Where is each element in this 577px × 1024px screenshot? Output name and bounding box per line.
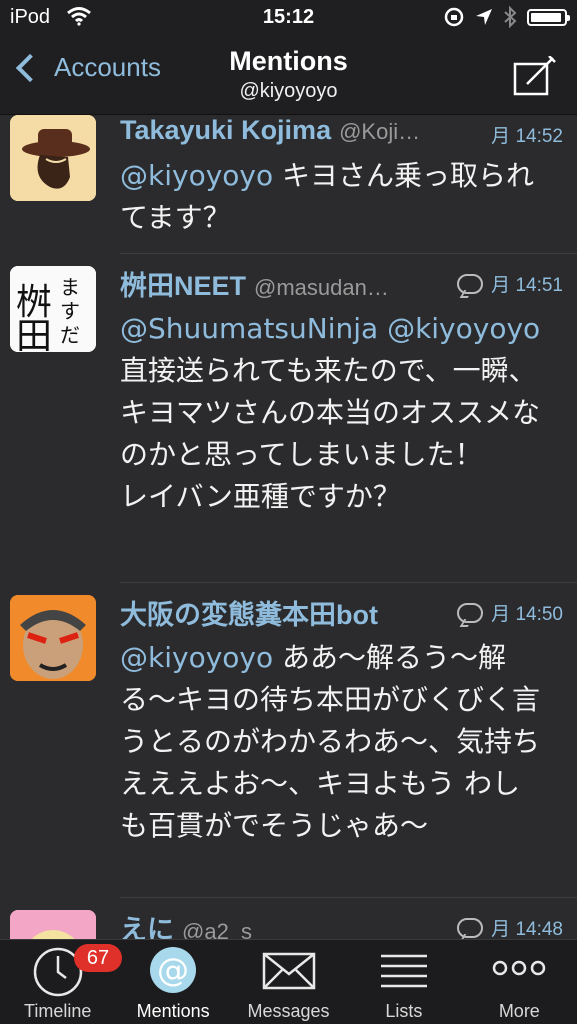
avatar[interactable]: [10, 115, 96, 201]
status-bar: iPod 15:12: [0, 0, 577, 38]
tweet-item[interactable]: 大阪の変態糞本田bot 月 14:50 @kiyoyoyo ああ〜解るう〜解る〜…: [10, 583, 577, 898]
tweet-time: 月 14:50: [457, 599, 563, 626]
tweet-text: @kiyoyoyo キヨさん乗っ取られてます？: [120, 155, 577, 239]
tweet-time-text: 月 14:52: [491, 126, 563, 147]
tweet-body: 直接送られても来たので、一瞬、キヨマツさんの本当のオススメなのかと思ってしまいま…: [120, 354, 541, 513]
tab-timeline[interactable]: 67 Timeline: [0, 940, 122, 1024]
tab-bar: 67 Timeline @ Mentions Messages Lists Mo…: [0, 939, 577, 1024]
rotation-lock-icon: [444, 7, 464, 27]
tab-label: More: [498, 1001, 540, 1021]
svg-text:す: す: [60, 299, 80, 323]
tweet-time-text: 月 14:51: [491, 275, 563, 296]
at-icon: @: [150, 947, 197, 993]
avatar-image: [10, 595, 96, 681]
battery-icon: [527, 8, 570, 26]
location-arrow-icon: [476, 9, 492, 25]
tab-mentions[interactable]: @ Mentions: [115, 940, 230, 1024]
ellipsis-icon: [493, 960, 546, 976]
envelope-icon: [262, 952, 315, 990]
tweet-item[interactable]: 桝 田 ま す だ 桝田NEET @masudan… 月 14:51 @Shuu…: [10, 254, 577, 583]
list-icon: [380, 954, 427, 988]
tweet-mention[interactable]: @kiyoyoyo: [120, 641, 273, 674]
tweet-time-text: 月 14:48: [491, 919, 563, 940]
bluetooth-icon: [504, 6, 517, 28]
tweet-mention[interactable]: @ShuumatsuNinja @kiyoyoyo: [120, 312, 540, 345]
tab-label: Mentions: [136, 1001, 210, 1021]
avatar-image: 桝 田 ま す だ: [10, 266, 96, 352]
tweet-screen-name: @a2_s: [182, 919, 253, 940]
avatar[interactable]: [10, 595, 96, 681]
tweet-time: 月 14:52: [491, 121, 563, 148]
tweet-time: 月 14:51: [457, 270, 563, 297]
page-subtitle: @kiyoyoyo: [239, 80, 338, 102]
tweet-author-name[interactable]: 大阪の変態糞本田bot: [120, 593, 378, 632]
conversation-icon[interactable]: [457, 273, 484, 294]
conversation-icon[interactable]: [457, 917, 484, 938]
tweet-mention[interactable]: @kiyoyoyo: [120, 159, 273, 192]
svg-text:ま: ま: [60, 275, 80, 299]
tweet-text: @kiyoyoyo ああ〜解るう〜解る〜キヨの待ち本田がびくびく言うとるのがわか…: [120, 637, 577, 847]
tab-label: Timeline: [24, 1001, 92, 1021]
svg-text:田: 田: [16, 316, 52, 352]
tweet-text: @ShuumatsuNinja @kiyoyoyo 直接送られても来たので、一瞬…: [120, 308, 577, 518]
mentions-list[interactable]: Takayuki Kojima @Koji… 月 14:52 @kiyoyoyo…: [0, 115, 577, 940]
avatar-image: [10, 115, 96, 201]
compose-icon[interactable]: [513, 56, 557, 96]
tweet-author-name[interactable]: えに: [120, 908, 174, 940]
tweet-item[interactable]: Takayuki Kojima @Koji… 月 14:52 @kiyoyoyo…: [10, 115, 577, 254]
tweet-author-name[interactable]: 桝田NEET: [120, 264, 246, 303]
tab-lists[interactable]: Lists: [346, 940, 461, 1024]
tweet-screen-name: @masudan…: [254, 275, 389, 300]
avatar[interactable]: 桝 田 ま す だ: [10, 266, 96, 352]
tweet-item[interactable]: えに @a2_s 月 14:48: [10, 898, 577, 940]
tweet-time-text: 月 14:50: [491, 604, 563, 625]
tweet-screen-name: @Koji…: [339, 119, 421, 144]
svg-text:@: @: [157, 951, 189, 989]
navigation-bar: Accounts Mentions @kiyoyoyo: [0, 38, 577, 115]
tab-label: Messages: [247, 1001, 330, 1021]
tab-label: Lists: [385, 1001, 423, 1021]
tweet-time: 月 14:48: [457, 914, 563, 940]
conversation-icon[interactable]: [457, 602, 484, 623]
page-title: Mentions: [229, 46, 348, 76]
tweet-author-name[interactable]: Takayuki Kojima: [120, 115, 331, 146]
tab-messages[interactable]: Messages: [231, 940, 346, 1024]
tab-more[interactable]: More: [462, 940, 577, 1024]
avatar[interactable]: [10, 910, 96, 940]
avatar-image: [10, 910, 96, 940]
svg-text:だ: だ: [60, 323, 80, 347]
